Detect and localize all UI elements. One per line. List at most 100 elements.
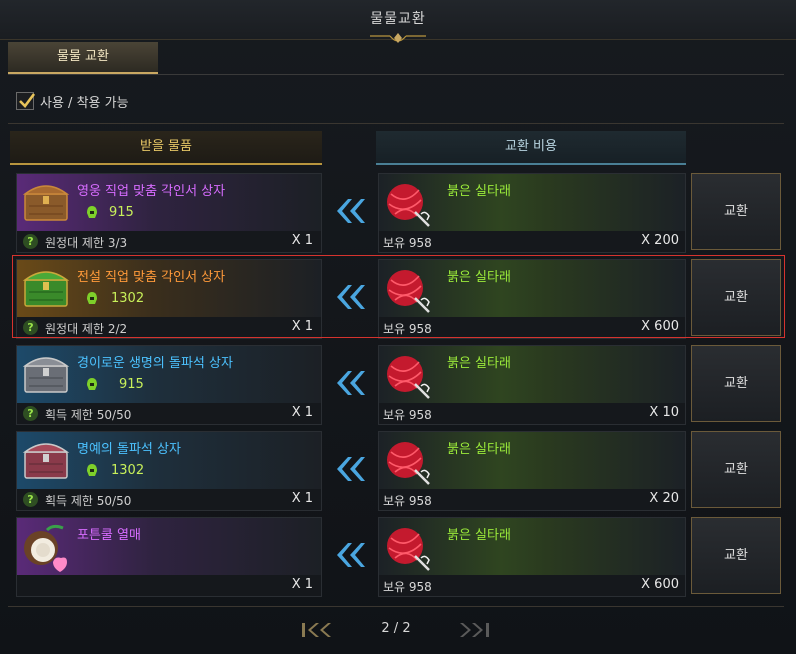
help-icon[interactable]: ? bbox=[23, 320, 38, 335]
reward-item[interactable]: 전설 직업 맞춤 각인서 상자 1302 ? 원정대 제한 2/2 X 1 bbox=[16, 259, 322, 339]
exchange-row: 경이로운 생명의 돌파석 상자 915 ? 획득 제한 50/50 X 1 붉은… bbox=[0, 345, 796, 425]
tab-barter[interactable]: 물물 교환 bbox=[8, 42, 158, 74]
footer-divider bbox=[8, 606, 784, 607]
title-ornament-icon bbox=[370, 33, 426, 43]
reward-item[interactable]: 경이로운 생명의 돌파석 상자 915 ? 획득 제한 50/50 X 1 bbox=[16, 345, 322, 425]
cost-quantity: X 10 bbox=[649, 405, 679, 420]
chest-icon bbox=[22, 443, 70, 479]
owned-count: 보유 958 bbox=[383, 408, 432, 422]
item-level: 1302 bbox=[111, 463, 145, 478]
owned-count: 보유 958 bbox=[383, 322, 432, 336]
limit-row: X 1 bbox=[17, 575, 321, 596]
reward-item-name: 포튼쿨 열매 bbox=[77, 528, 141, 543]
reward-item-name: 전설 직업 맞춤 각인서 상자 bbox=[77, 270, 226, 285]
barter-window: 물물교환 물물 교환 사용 / 착용 가능 받을 물품 교환 비용 영웅 직업 … bbox=[0, 0, 796, 654]
limit-text: 원정대 제한 3/3 bbox=[45, 236, 128, 250]
reward-item[interactable]: 명예의 돌파석 상자 1302 ? 획득 제한 50/50 X 1 bbox=[16, 431, 322, 511]
coconut-icon bbox=[24, 524, 67, 572]
limit-row: ? 획득 제한 50/50 X 1 bbox=[17, 489, 321, 510]
chest-icon bbox=[22, 357, 70, 393]
chest-icon bbox=[22, 271, 70, 307]
usable-checkbox[interactable] bbox=[16, 92, 36, 110]
red-yarn-icon bbox=[387, 528, 430, 571]
exchange-row: 포튼쿨 열매 X 1 붉은 실타래 보유 958 X 600 교환 bbox=[0, 517, 796, 597]
last-page-icon[interactable] bbox=[458, 620, 494, 640]
cost-item-name: 붉은 실타래 bbox=[447, 356, 511, 371]
divider bbox=[8, 123, 784, 124]
exchange-button[interactable]: 교환 bbox=[691, 431, 781, 508]
help-icon[interactable]: ? bbox=[23, 234, 38, 249]
window-title: 물물교환 bbox=[370, 11, 426, 27]
red-yarn-icon bbox=[387, 356, 430, 399]
double-chevron-left-icon bbox=[337, 457, 365, 481]
helmet-icon bbox=[87, 378, 97, 390]
cost-item-name: 붉은 실타래 bbox=[447, 184, 511, 199]
cost-header: 교환 비용 bbox=[376, 131, 686, 165]
reward-quantity: X 1 bbox=[291, 233, 313, 248]
reward-item-name: 명예의 돌파석 상자 bbox=[77, 442, 181, 457]
double-chevron-left-icon bbox=[337, 199, 365, 223]
owned-count: 보유 958 bbox=[383, 494, 432, 508]
exchange-row: 영웅 직업 맞춤 각인서 상자 915 ? 원정대 제한 3/3 X 1 붉은 … bbox=[0, 173, 796, 253]
helmet-icon bbox=[87, 206, 97, 218]
exchange-button[interactable]: 교환 bbox=[691, 517, 781, 594]
cost-item[interactable]: 붉은 실타래 보유 958 X 200 bbox=[378, 173, 686, 253]
cost-quantity: X 600 bbox=[641, 577, 679, 592]
cost-quantity: X 20 bbox=[649, 491, 679, 506]
page-indicator: 2 / 2 bbox=[381, 621, 411, 636]
cost-item[interactable]: 붉은 실타래 보유 958 X 600 bbox=[378, 259, 686, 339]
reward-quantity: X 1 bbox=[291, 405, 313, 420]
cost-item[interactable]: 붉은 실타래 보유 958 X 600 bbox=[378, 517, 686, 597]
first-page-icon[interactable] bbox=[300, 620, 336, 640]
red-yarn-icon bbox=[387, 270, 430, 313]
limit-row: ? 원정대 제한 2/2 X 1 bbox=[17, 317, 321, 338]
reward-item[interactable]: 포튼쿨 열매 X 1 bbox=[16, 517, 322, 597]
item-level: 1302 bbox=[111, 291, 145, 306]
double-chevron-left-icon bbox=[337, 543, 365, 567]
limit-text: 원정대 제한 2/2 bbox=[45, 322, 128, 336]
reward-quantity: X 1 bbox=[291, 319, 313, 334]
cost-item-name: 붉은 실타래 bbox=[447, 528, 511, 543]
exchange-button[interactable]: 교환 bbox=[691, 173, 781, 250]
cost-bottom-row: 보유 958 X 600 bbox=[379, 317, 685, 338]
limit-row: ? 획득 제한 50/50 X 1 bbox=[17, 403, 321, 424]
red-yarn-icon bbox=[387, 442, 430, 485]
chest-icon bbox=[22, 185, 70, 221]
checkmark-icon bbox=[19, 93, 36, 108]
cost-item-name: 붉은 실타래 bbox=[447, 442, 511, 457]
limit-text: 획득 제한 50/50 bbox=[45, 494, 132, 508]
help-icon[interactable]: ? bbox=[23, 492, 38, 507]
cost-bottom-row: 보유 958 X 200 bbox=[379, 231, 685, 252]
item-level: 915 bbox=[109, 205, 134, 220]
reward-quantity: X 1 bbox=[291, 491, 313, 506]
cost-item[interactable]: 붉은 실타래 보유 958 X 10 bbox=[378, 345, 686, 425]
item-level: 915 bbox=[119, 377, 144, 392]
owned-count: 보유 958 bbox=[383, 236, 432, 250]
cost-item-name: 붉은 실타래 bbox=[447, 270, 511, 285]
help-icon[interactable]: ? bbox=[23, 406, 38, 421]
limit-text: 획득 제한 50/50 bbox=[45, 408, 132, 422]
cost-bottom-row: 보유 958 X 20 bbox=[379, 489, 685, 510]
double-chevron-left-icon bbox=[337, 371, 365, 395]
reward-item-name: 영웅 직업 맞춤 각인서 상자 bbox=[77, 184, 226, 199]
exchange-button[interactable]: 교환 bbox=[691, 345, 781, 422]
cost-item[interactable]: 붉은 실타래 보유 958 X 20 bbox=[378, 431, 686, 511]
usable-checkbox-label: 사용 / 착용 가능 bbox=[40, 95, 129, 111]
reward-item-name: 경이로운 생명의 돌파석 상자 bbox=[77, 356, 233, 371]
title-bar[interactable]: 물물교환 bbox=[0, 0, 796, 43]
cost-quantity: X 600 bbox=[641, 319, 679, 334]
exchange-row: 명예의 돌파석 상자 1302 ? 획득 제한 50/50 X 1 붉은 실타래 bbox=[0, 431, 796, 511]
reward-item[interactable]: 영웅 직업 맞춤 각인서 상자 915 ? 원정대 제한 3/3 X 1 bbox=[16, 173, 322, 253]
tab-divider bbox=[8, 74, 784, 75]
receive-header: 받을 물품 bbox=[10, 131, 322, 165]
owned-count: 보유 958 bbox=[383, 580, 432, 594]
exchange-button[interactable]: 교환 bbox=[691, 259, 781, 336]
helmet-icon bbox=[87, 464, 97, 476]
cost-bottom-row: 보유 958 X 600 bbox=[379, 575, 685, 596]
cost-quantity: X 200 bbox=[641, 233, 679, 248]
exchange-row: 전설 직업 맞춤 각인서 상자 1302 ? 원정대 제한 2/2 X 1 붉은… bbox=[0, 259, 796, 339]
filter-usable-row[interactable]: 사용 / 착용 가능 bbox=[16, 90, 129, 112]
cost-bottom-row: 보유 958 X 10 bbox=[379, 403, 685, 424]
helmet-icon bbox=[87, 292, 97, 304]
limit-row: ? 원정대 제한 3/3 X 1 bbox=[17, 231, 321, 252]
